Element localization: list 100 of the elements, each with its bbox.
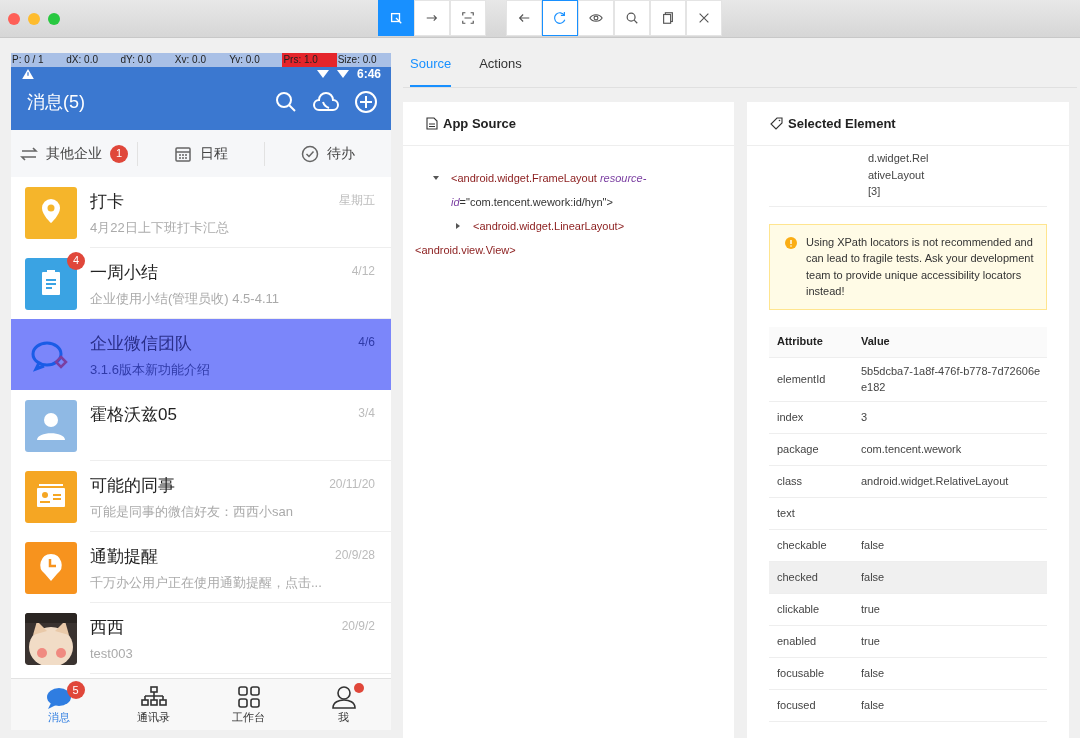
attribute-value: android.widget.RelativeLayout	[861, 473, 1010, 489]
filter-button[interactable]: 日程	[138, 143, 264, 164]
attribute-name: checked	[776, 569, 819, 585]
message-preview: 3.1.6版本新功能介绍	[90, 360, 211, 379]
attribute-name: clickable	[776, 601, 821, 617]
eye-icon	[589, 11, 603, 25]
search-icon	[625, 11, 639, 25]
pointer-readout: Xv: 0.0	[173, 53, 207, 67]
message-time: 3/4	[358, 405, 375, 422]
pin-icon	[25, 186, 77, 239]
message-title: 一周小结	[90, 262, 159, 284]
attribute-name: checkable	[776, 537, 828, 553]
warning-text: Using XPath locators is not recommended and can lead to fragile tests. Ask your development team to provide unique accessibility locators instead!	[806, 234, 1034, 299]
message-title: 可能的同事	[90, 475, 176, 497]
count-badge: 1	[110, 144, 128, 163]
caret-right-icon[interactable]	[455, 223, 461, 229]
message-title: 通勤提醒	[90, 546, 159, 568]
attribute-name: class	[776, 473, 804, 489]
tab[interactable]: Actions	[479, 53, 522, 87]
attribute-row[interactable]: checkable false	[769, 529, 1047, 562]
warning-icon	[785, 236, 797, 249]
message-time: 20/9/2	[341, 618, 375, 635]
attribute-row[interactable]: text	[769, 497, 1047, 530]
message-time: 星期五	[339, 192, 375, 209]
attribute-name: elementId	[776, 371, 827, 387]
app-title: 消息(5)	[27, 90, 86, 114]
attribute-name: focused	[776, 697, 817, 713]
message-time: 20/9/28	[334, 547, 375, 564]
message-title: 企业微信团队	[90, 333, 193, 355]
column-header: Value	[861, 334, 891, 350]
panel-title: Selected Element	[788, 114, 896, 133]
attribute-value: false	[861, 569, 886, 585]
attribute-row[interactable]: focusable false	[769, 657, 1047, 690]
pointer-readout: Prs: 1.0	[282, 53, 337, 67]
attribute-row[interactable]: clickable true	[769, 593, 1047, 626]
contact-card-icon	[25, 470, 77, 523]
panel-title: App Source	[443, 114, 516, 133]
filter-button[interactable]: 其他企业 1	[11, 143, 137, 164]
attribute-row[interactable]: checked false	[769, 561, 1047, 594]
pointer-readout: Size: 0.0	[336, 53, 378, 67]
tree-node-label[interactable]: <android.view.View>	[415, 238, 516, 262]
attribute-value: true	[861, 633, 881, 649]
pointer-select-icon	[389, 11, 403, 25]
close-icon	[697, 11, 711, 25]
tab-bar-item[interactable]: 通讯录	[106, 679, 201, 730]
refresh-icon	[553, 11, 567, 25]
tree-node-label[interactable]: <android.widget.LinearLayout>	[473, 214, 625, 238]
frame-corners-icon	[461, 11, 475, 25]
xpath-value-line: [3]	[868, 184, 882, 199]
message-title: 霍格沃兹05	[90, 404, 178, 426]
person-icon	[25, 399, 77, 452]
attribute-row[interactable]: enabled true	[769, 625, 1047, 658]
tab-bar-item[interactable]: 工作台	[201, 679, 296, 730]
message-time: 4/12	[351, 263, 375, 280]
column-header: Attribute	[776, 334, 824, 350]
tree-node-label[interactable]: <android.widget.FrameLayout resource-id="com.tencent.wework:id/hyn">	[451, 166, 674, 214]
attribute-row[interactable]: package com.tencent.wework	[769, 433, 1047, 466]
message-title: 西西	[90, 617, 125, 639]
count-badge: 4	[67, 251, 85, 270]
attribute-row[interactable]: class android.widget.RelativeLayout	[769, 465, 1047, 498]
message-preview: 4月22日上下班打卡汇总	[90, 218, 230, 237]
attribute-row[interactable]: elementId 5b5dcba7-1a8f-476f-b778-7d72606ee182	[769, 357, 1047, 402]
caret-down-icon[interactable]	[433, 175, 439, 181]
document-icon	[426, 117, 438, 130]
xpath-value-line: d.widget.Rel	[868, 151, 930, 166]
message-row[interactable]: 企业微信团队 4/6 3.1.6版本新功能介绍	[11, 319, 391, 390]
pointer-readout: Yv: 0.0	[228, 53, 261, 67]
check-circle-icon	[301, 144, 319, 163]
toolbar-button[interactable]	[378, 0, 414, 36]
tag-icon	[770, 117, 783, 130]
attribute-value: 3	[861, 409, 869, 425]
cloud-phone-icon	[313, 90, 339, 114]
add-button[interactable]	[354, 90, 378, 114]
person-icon	[329, 685, 358, 710]
call-button[interactable]	[313, 90, 339, 114]
status-time: 6:46	[356, 67, 381, 81]
copy-icon	[661, 11, 675, 25]
message-preview: 千万办公用户正在使用通勤提醒，点击...	[90, 573, 323, 592]
pointer-readout: dY: 0.0	[119, 53, 153, 67]
attribute-row[interactable]: focused false	[769, 689, 1047, 722]
message-preview: 企业使用小结(管理员收) 4.5-4.11	[90, 289, 280, 308]
attribute-row[interactable]: index 3	[769, 401, 1047, 434]
pointer-readout: P: 0 / 1	[11, 53, 45, 67]
message-title: 打卡	[90, 191, 125, 213]
attribute-value: false	[861, 665, 886, 681]
calendar-icon	[174, 144, 192, 163]
tab-bar-item[interactable]: 5 消息	[11, 679, 106, 730]
message-preview: 可能是同事的微信好友：西西小san	[90, 502, 294, 521]
xpath-value-line: ativeLayout	[868, 167, 926, 183]
zoom-window-button[interactable]	[48, 12, 60, 25]
search-button[interactable]	[274, 90, 298, 114]
attribute-value: false	[861, 697, 886, 713]
pointer-readout: dX: 0.0	[65, 53, 99, 67]
close-window-button[interactable]	[8, 12, 20, 25]
message-preview: test003	[90, 644, 134, 663]
tab-bar-item[interactable]: 我	[296, 679, 391, 730]
arrow-left-icon	[517, 11, 531, 25]
attribute-name: package	[776, 441, 820, 457]
filter-button[interactable]: 待办	[265, 143, 391, 164]
toolbar-button[interactable]	[542, 0, 578, 36]
